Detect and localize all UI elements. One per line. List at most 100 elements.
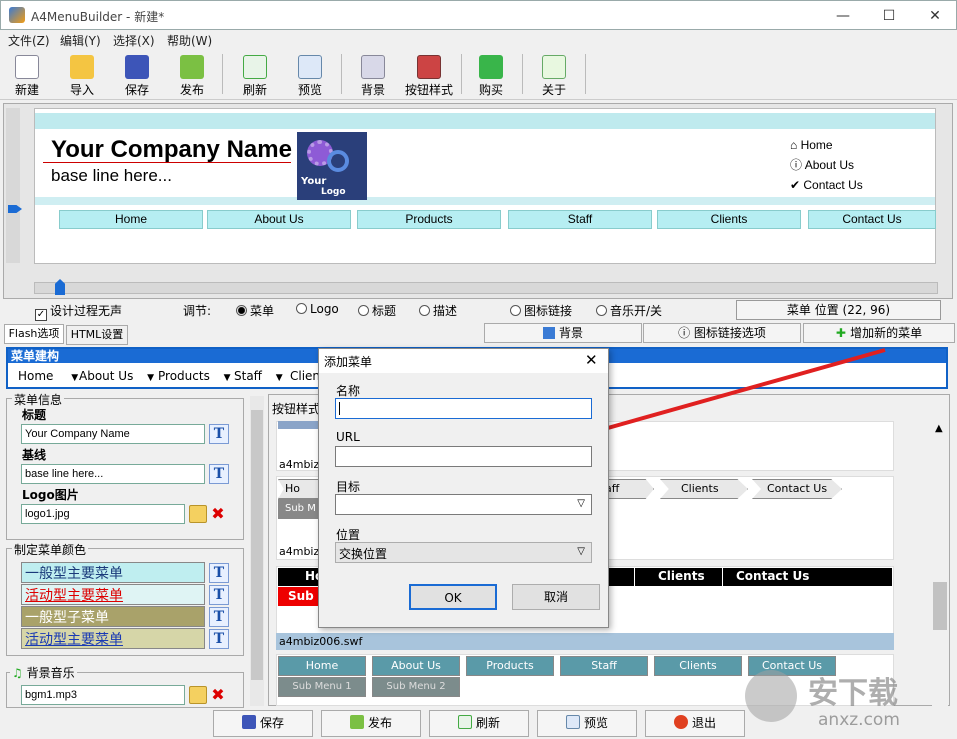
left-scrollbar-thumb[interactable] <box>251 410 263 680</box>
music-legend: ♫ 背景音乐 <box>10 664 77 681</box>
delete-x-icon[interactable]: ✖ <box>209 505 227 523</box>
style-scrollbar-thumb[interactable] <box>933 582 947 630</box>
radio-title[interactable]: 标题 <box>358 302 396 320</box>
arrow-style-button[interactable]: Contact Us <box>752 479 842 499</box>
nav-staff[interactable]: Staff <box>508 210 652 229</box>
color-normal-sub[interactable]: 一般型子菜单 <box>21 606 205 627</box>
close-button[interactable]: ✕ <box>912 1 957 31</box>
structure-item-products[interactable]: Products ▼ <box>158 369 231 383</box>
teal-menu-item[interactable]: Clients <box>654 656 742 676</box>
nav-contact[interactable]: Contact Us <box>808 210 936 229</box>
title-input[interactable] <box>21 424 205 444</box>
icon-link-options-button[interactable]: ⓘ 图标链接选项 <box>643 323 801 343</box>
ok-button[interactable]: OK <box>409 584 497 610</box>
icon-link-contact[interactable]: ✔ Contact Us <box>790 175 863 195</box>
color-normal-main[interactable]: 一般型主要菜单 <box>21 562 205 583</box>
save-button[interactable]: 保存 <box>110 53 164 97</box>
name-input[interactable] <box>335 398 592 419</box>
logo-input[interactable] <box>21 504 185 524</box>
menu-help[interactable]: 帮助(W) <box>167 32 212 49</box>
button-style-button[interactable]: 按钮样式 <box>400 53 458 97</box>
about-button[interactable]: 关于 <box>527 53 581 97</box>
structure-item-about[interactable]: About Us ▼ <box>79 369 154 383</box>
vertical-slider-track[interactable] <box>6 108 20 263</box>
background-tab-button[interactable]: 背景 <box>484 323 642 343</box>
radio-logo[interactable]: Logo <box>296 302 339 320</box>
info-icon: ⓘ <box>678 326 694 340</box>
teal-menu-item[interactable]: Products <box>466 656 554 676</box>
new-button[interactable]: 新建 <box>0 53 54 97</box>
refresh-button[interactable]: 刷新 <box>228 53 282 97</box>
radio-music[interactable]: 音乐开/关 <box>596 302 662 320</box>
font-t-icon[interactable]: T <box>209 464 229 484</box>
structure-item-staff[interactable]: Staff ▼ <box>234 369 283 383</box>
font-t-icon[interactable]: T <box>209 585 229 605</box>
horizontal-slider-track[interactable] <box>34 282 938 294</box>
dark-menu-item[interactable]: Contact Us <box>736 569 809 583</box>
baseline-input[interactable] <box>21 464 205 484</box>
logo-image[interactable]: Your Logo <box>297 132 367 200</box>
url-input[interactable] <box>335 446 592 467</box>
company-name[interactable]: Your Company Name <box>51 136 292 164</box>
dark-menu-item[interactable]: Clients <box>658 569 705 583</box>
publish-button[interactable]: 发布 <box>165 53 219 97</box>
bottom-publish-button[interactable]: 发布 <box>321 710 421 737</box>
arrow-style-button[interactable]: Clients <box>660 479 748 499</box>
font-t-icon[interactable]: T <box>209 424 229 444</box>
folder-icon[interactable] <box>189 505 207 523</box>
refresh-icon <box>243 55 267 79</box>
no-sound-checkbox[interactable]: ✓ 设计过程无声 <box>35 302 122 321</box>
nav-clients[interactable]: Clients <box>657 210 801 229</box>
target-select[interactable]: ▽ <box>335 494 592 515</box>
add-menu-tab-button[interactable]: ✚ 增加新的菜单 <box>803 323 955 343</box>
bottom-save-button[interactable]: 保存 <box>213 710 313 737</box>
menu-select[interactable]: 选择(X) <box>113 32 155 49</box>
import-button[interactable]: 导入 <box>55 53 109 97</box>
background-icon <box>361 55 385 79</box>
dark-sub-item[interactable]: Sub M <box>278 587 320 622</box>
button-style-icon <box>417 55 441 79</box>
color-active-main[interactable]: 活动型主要菜单 <box>21 584 205 605</box>
style-scrollbar[interactable] <box>932 420 948 706</box>
teal-menu-item[interactable]: About Us <box>372 656 460 676</box>
floppy-icon <box>241 715 256 729</box>
nav-home[interactable]: Home <box>59 210 203 229</box>
menu-file[interactable]: 文件(Z) <box>8 32 50 49</box>
structure-item-home[interactable]: Home ▼ <box>18 369 78 383</box>
position-select[interactable]: 交换位置 ▽ <box>335 542 592 563</box>
radio-icon-link[interactable]: 图标链接 <box>510 302 572 320</box>
preview-button[interactable]: 预览 <box>283 53 337 97</box>
tab-flash[interactable]: Flash选项 <box>4 324 64 344</box>
teal-sub-item[interactable]: Sub Menu 2 <box>372 677 460 697</box>
icon-link-about[interactable]: ⓘ About Us <box>790 155 863 175</box>
font-t-icon[interactable]: T <box>209 607 229 627</box>
teal-menu-item[interactable]: Home <box>278 656 366 676</box>
arrow-style-sub[interactable]: Sub M <box>278 499 318 519</box>
buy-button[interactable]: 购买 <box>464 53 518 97</box>
music-input[interactable] <box>21 685 185 705</box>
background-button[interactable]: 背景 <box>346 53 400 97</box>
radio-description[interactable]: 描述 <box>419 302 457 320</box>
dialog-close-icon[interactable]: ✕ <box>585 351 598 369</box>
tab-html[interactable]: HTML设置 <box>66 325 128 345</box>
scroll-up-icon[interactable]: ▲ <box>935 423 943 434</box>
teal-sub-item[interactable]: Sub Menu 1 <box>278 677 366 697</box>
bottom-refresh-button[interactable]: 刷新 <box>429 710 529 737</box>
menu-edit[interactable]: 编辑(Y) <box>60 32 101 49</box>
minimize-button[interactable]: — <box>820 1 866 31</box>
color-active-sub[interactable]: 活动型主要菜单 <box>21 628 205 649</box>
radio-menu[interactable]: 菜单 <box>236 302 274 320</box>
cancel-button[interactable]: 取消 <box>512 584 600 610</box>
teal-menu-item[interactable]: Staff <box>560 656 648 676</box>
maximize-button[interactable]: ☐ <box>866 1 912 31</box>
bottom-exit-button[interactable]: 退出 <box>645 710 745 737</box>
delete-x-icon[interactable]: ✖ <box>209 686 227 704</box>
bottom-preview-button[interactable]: 预览 <box>537 710 637 737</box>
folder-icon[interactable] <box>189 686 207 704</box>
icon-link-home[interactable]: ⌂ Home <box>790 135 863 155</box>
nav-about[interactable]: About Us <box>207 210 351 229</box>
baseline-text[interactable]: base line here... <box>51 166 172 186</box>
font-t-icon[interactable]: T <box>209 629 229 649</box>
nav-products[interactable]: Products <box>357 210 501 229</box>
font-t-icon[interactable]: T <box>209 563 229 583</box>
